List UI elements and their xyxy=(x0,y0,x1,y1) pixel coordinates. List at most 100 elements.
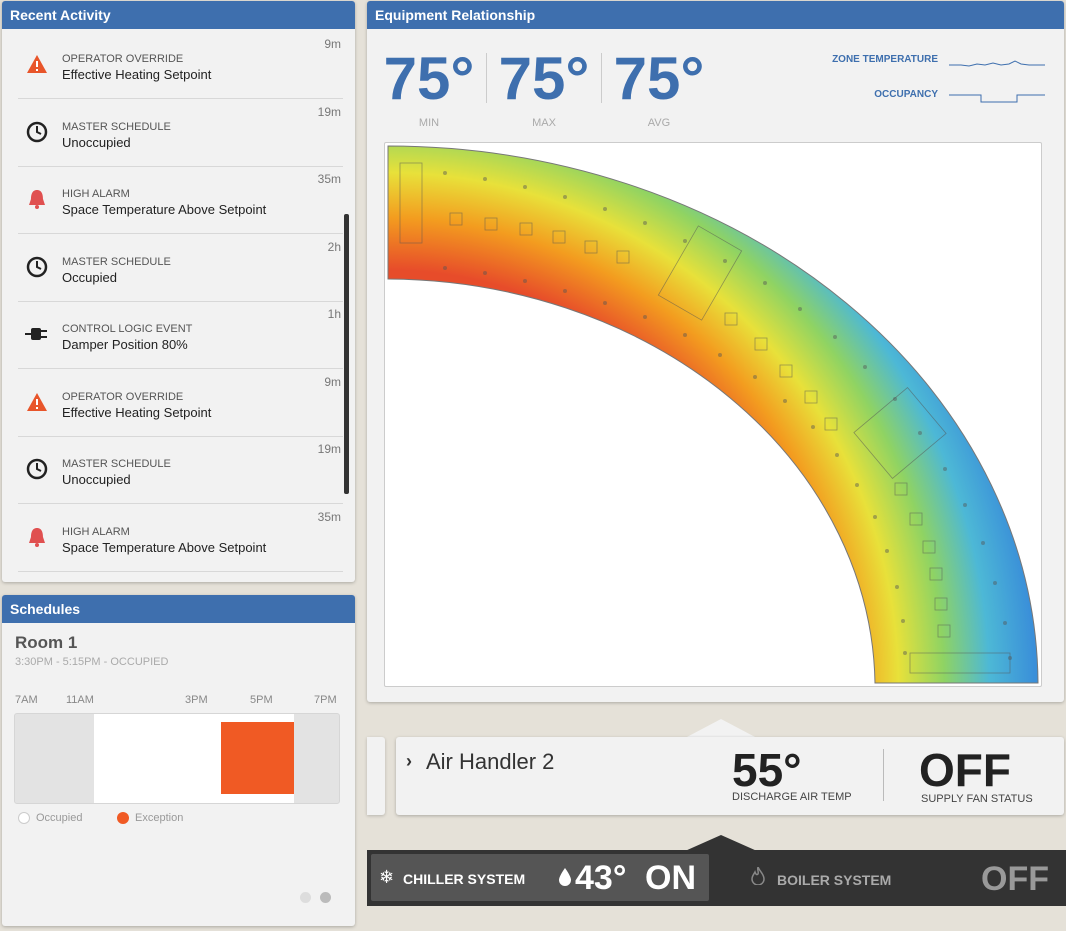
water-drop-icon xyxy=(559,866,571,892)
boiler-status: OFF xyxy=(981,860,1049,898)
activity-time: 35m xyxy=(317,509,341,524)
stat-avg: 75° AVG xyxy=(609,45,709,129)
activity-category: OPERATOR OVERRIDE xyxy=(62,53,184,65)
system-bar-pointer xyxy=(685,835,757,851)
activity-item[interactable]: 9m OPERATOR OVERRIDE Effective Heating Set… xyxy=(18,369,343,437)
flame-icon xyxy=(751,864,765,890)
divider xyxy=(601,53,602,103)
warning-icon xyxy=(24,389,50,415)
activity-time: 9m xyxy=(324,374,341,389)
divider xyxy=(486,53,487,103)
recent-activity-panel: Recent Activity 9m OPERATOR OVERRIDE Effec… xyxy=(2,1,355,582)
activity-item[interactable]: 9m OPERATOR OVERRIDE Effective Heating Set… xyxy=(18,31,343,99)
stat-avg-label: AVG xyxy=(647,117,671,129)
stat-max-label: MAX xyxy=(532,117,556,129)
floor-heatmap[interactable] xyxy=(384,142,1042,687)
occupancy-sparkline[interactable] xyxy=(949,91,1045,105)
plug-icon xyxy=(24,321,50,347)
supply-fan-status-value: OFF xyxy=(919,744,1011,796)
activity-item[interactable]: 1h CONTROL LOGIC EVENT Damper Position 80% xyxy=(18,301,343,369)
schedules-panel: Schedules Room 1 3:30PM - 5:15PM - OCCUP… xyxy=(2,595,355,926)
activity-category: HIGH ALARM xyxy=(62,188,130,200)
activity-time: 19m xyxy=(317,442,341,456)
activity-category: MASTER SCHEDULE xyxy=(62,458,171,470)
exception-block[interactable] xyxy=(221,722,294,794)
activity-category: CONTROL LOGIC EVENT xyxy=(62,323,193,335)
clock-icon xyxy=(24,456,50,482)
activity-category: OPERATOR OVERRIDE xyxy=(62,390,184,403)
legend-exception: Exception xyxy=(117,812,183,824)
activity-scrollbar[interactable] xyxy=(344,214,349,494)
air-handler-card[interactable]: › Air Handler 2 55° DISCHARGE AIR TEMP O… xyxy=(396,737,1064,815)
pager-dot-2[interactable] xyxy=(320,892,331,903)
boiler-system-label[interactable]: BOILER SYSTEM xyxy=(777,872,891,888)
system-bar: ❄ CHILLER SYSTEM 43° ON BOILER SYSTEM OF… xyxy=(367,850,1066,906)
activity-description: Space Temperature Above Setpoint xyxy=(62,202,267,217)
activity-category: MASTER SCHEDULE xyxy=(62,120,171,133)
activity-description: Effective Heating Setpoint xyxy=(62,404,212,420)
schedule-timeline[interactable] xyxy=(14,713,340,804)
activity-time: 1h xyxy=(327,307,341,321)
activity-time: 19m xyxy=(317,104,341,119)
tick-5pm: 5PM xyxy=(250,694,273,706)
equipment-relationship-panel: Equipment Relationship 75° MIN 75° MAX 7… xyxy=(367,1,1064,702)
card-pointer xyxy=(685,719,757,738)
tick-3pm: 3PM xyxy=(185,694,208,706)
activity-description: Space Temperature Above Setpoint xyxy=(62,539,267,555)
discharge-air-temp-value: 55° xyxy=(732,744,802,796)
occupancy-label[interactable]: OCCUPANCY xyxy=(788,89,938,100)
activity-description: Unoccupied xyxy=(62,472,131,487)
pager-dot-1[interactable] xyxy=(300,892,311,903)
clock-icon xyxy=(24,254,50,280)
bell-icon xyxy=(24,186,50,212)
floor-plan-svg[interactable] xyxy=(385,143,1041,686)
room-schedule-subtitle: 3:30PM - 5:15PM - OCCUPIED xyxy=(15,656,169,668)
chiller-status: ON xyxy=(645,859,696,897)
activity-item[interactable]: 19m MASTER SCHEDULE Unoccupied xyxy=(18,99,343,167)
chiller-system-button[interactable]: ❄ CHILLER SYSTEM 43° ON xyxy=(371,854,709,901)
bell-icon xyxy=(24,524,50,550)
legend-occupied: Occupied xyxy=(18,812,82,824)
tick-7am: 7AM xyxy=(15,694,38,706)
stat-min-label: MIN xyxy=(418,117,440,129)
equipment-relationship-title: Equipment Relationship xyxy=(367,1,1064,29)
chevron-right-icon[interactable]: › xyxy=(406,751,412,772)
divider xyxy=(883,749,884,801)
exception-dot xyxy=(117,812,129,824)
tick-11am: 11AM xyxy=(66,694,94,706)
legend-exception-label: Exception xyxy=(135,812,184,824)
activity-time: 2h xyxy=(327,239,341,254)
stat-min-value: 75° xyxy=(383,45,475,112)
supply-fan-status-label: SUPPLY FAN STATUS xyxy=(921,793,1033,805)
activity-description: Damper Position 80% xyxy=(62,337,188,352)
stat-min: 75° MIN xyxy=(379,45,479,129)
activity-description: Occupied xyxy=(62,269,117,285)
zone-temperature-label[interactable]: ZONE TEMPERATURE xyxy=(788,54,938,65)
activity-description: Unoccupied xyxy=(62,134,131,150)
room-title: Room 1 xyxy=(15,633,78,652)
discharge-air-temp-label: DISCHARGE AIR TEMP xyxy=(732,791,852,803)
stat-max-value: 75° xyxy=(498,45,590,112)
stat-max: 75° MAX xyxy=(494,45,594,129)
zone-temperature-sparkline[interactable] xyxy=(949,57,1045,71)
activity-item[interactable]: 2h MASTER SCHEDULE Occupied xyxy=(18,234,343,302)
air-handler-name[interactable]: Air Handler 2 xyxy=(426,749,554,775)
activity-item[interactable]: 35m HIGH ALARM Space Temperature Above Set… xyxy=(18,504,343,572)
warning-icon xyxy=(24,51,50,77)
activity-item[interactable]: 19m MASTER SCHEDULE Unoccupied xyxy=(18,436,343,504)
occupied-dot xyxy=(18,812,30,824)
clock-icon xyxy=(24,119,50,145)
activity-time: 9m xyxy=(324,37,341,51)
chiller-system-label: CHILLER SYSTEM xyxy=(403,871,526,887)
stat-avg-value: 75° xyxy=(613,45,705,112)
schedules-title: Schedules xyxy=(2,595,355,623)
snowflake-icon: ❄ xyxy=(379,867,395,887)
legend-occupied-label: Occupied xyxy=(36,812,83,824)
activity-category: MASTER SCHEDULE xyxy=(62,255,171,268)
activity-item[interactable]: 35m HIGH ALARM Space Temperature Above Set… xyxy=(18,166,343,234)
chiller-temperature: 43° xyxy=(575,859,627,897)
activity-time: 35m xyxy=(317,172,341,186)
activity-description: Effective Heating Setpoint xyxy=(62,67,212,82)
previous-card-tab[interactable] xyxy=(367,737,385,815)
activity-category: HIGH ALARM xyxy=(62,525,130,538)
